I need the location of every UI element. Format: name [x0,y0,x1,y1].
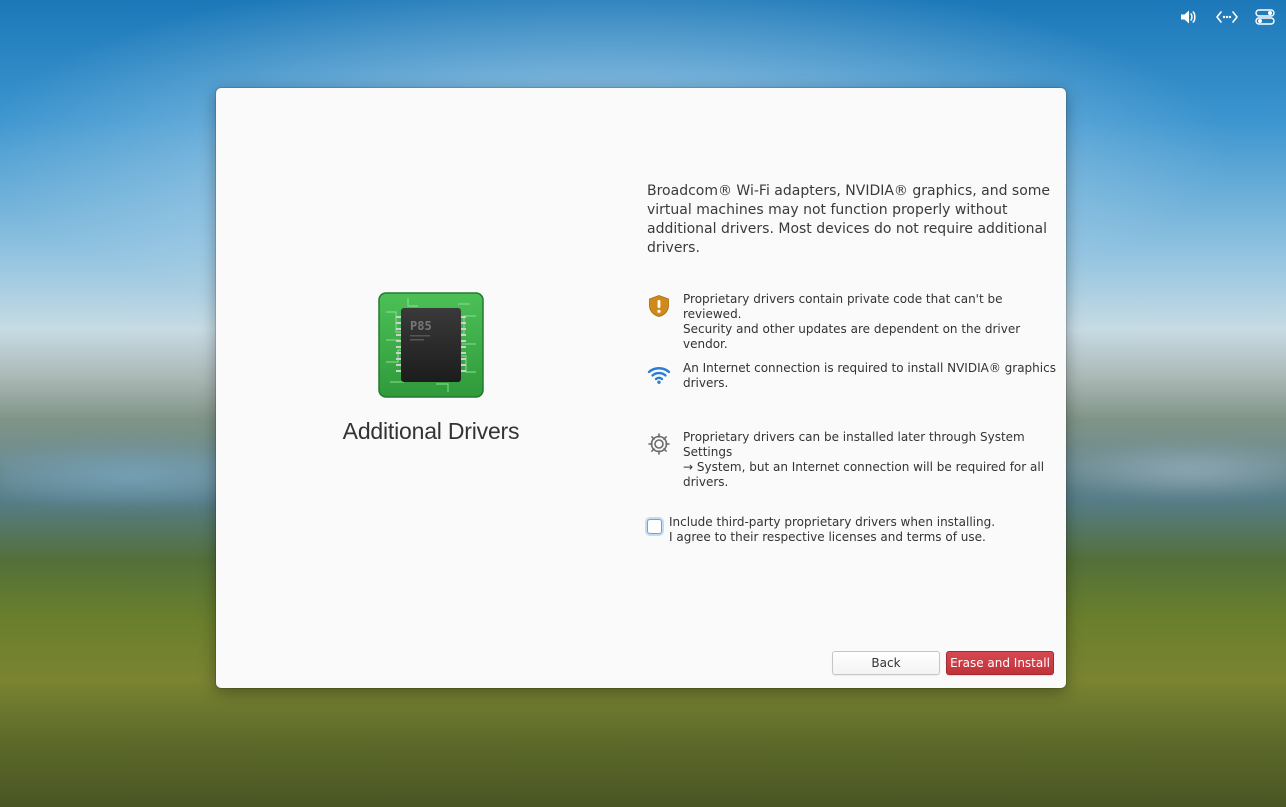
gear-icon [647,432,671,456]
consent-line: Include third-party proprietary drivers … [669,515,996,529]
consent-checkbox[interactable] [647,519,662,534]
page-title: Additional Drivers [342,418,520,444]
note-line: → System, but an Internet connection wil… [683,460,1045,474]
system-tray [1178,7,1276,27]
consent-label[interactable]: Include third-party proprietary drivers … [669,515,995,545]
intro-text: Broadcom® Wi-Fi adapters, NVIDIA® graphi… [647,183,1051,256]
installer-dialog: P85 Additional Drivers Broadcom® Wi-Fi a… [216,88,1066,688]
content-panel: Broadcom® Wi-Fi adapters, NVIDIA® graphi… [647,182,1057,544]
desktop-background: P85 Additional Drivers Broadcom® Wi-Fi a… [0,0,1286,807]
back-button[interactable]: Back [832,651,940,675]
shield-warning-icon [647,294,671,318]
page-header-panel: P85 Additional Drivers [216,88,646,688]
install-later-note: Proprietary drivers can be installed lat… [647,430,1057,490]
note-line: drivers. [683,376,729,390]
note-line: An Internet connection is required to in… [683,361,1056,375]
consent-option[interactable]: Include third-party proprietary drivers … [647,515,1057,545]
wifi-icon [647,363,671,387]
note-line: Proprietary drivers contain private code… [683,292,1003,321]
proprietary-warning-note: Proprietary drivers contain private code… [647,292,1057,352]
network-icon[interactable] [1216,7,1238,27]
volume-icon[interactable] [1178,7,1200,27]
note-line: Proprietary drivers can be installed lat… [683,430,1025,459]
settings-toggle-icon[interactable] [1254,7,1276,27]
background-lake-right [1040,440,1286,500]
chip-icon: P85 [378,292,484,398]
note-line: Security and other updates are dependent… [683,322,1021,351]
svg-text:P85: P85 [410,319,432,333]
note-line: drivers. [683,475,729,489]
consent-line: I agree to their respective licenses and… [669,530,986,544]
erase-and-install-button[interactable]: Erase and Install [946,651,1054,675]
internet-required-note: An Internet connection is required to in… [647,361,1057,391]
